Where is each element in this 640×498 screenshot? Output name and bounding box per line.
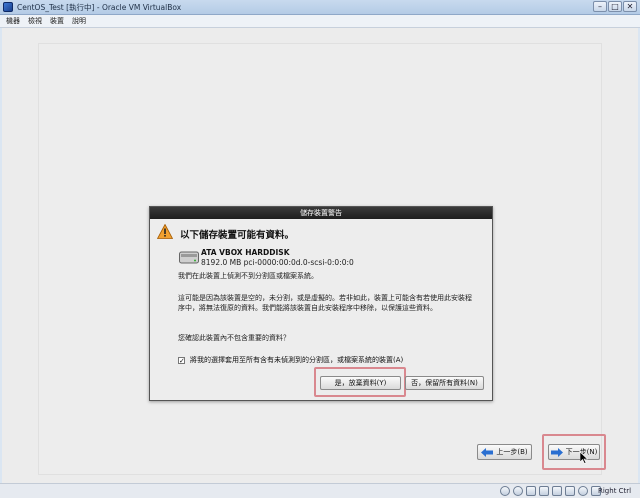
apply-to-all-label[interactable]: 將我的選擇套用至所有含有未偵測到的分割區，或檔案系統的裝置(A): [190, 355, 403, 365]
menu-help[interactable]: 說明: [72, 16, 86, 26]
menu-view[interactable]: 檢視: [28, 16, 42, 26]
menu-bar: 機器 檢視 裝置 說明: [0, 15, 640, 28]
arrow-right-icon: [550, 447, 563, 457]
menu-machine[interactable]: 機器: [6, 16, 20, 26]
dialog-title: 儲存裝置警告: [150, 207, 492, 219]
optical-drive-icon[interactable]: [513, 486, 523, 496]
no-keep-data-button[interactable]: 否，保留所有資料(N): [405, 376, 484, 390]
back-button-label: 上一步(B): [496, 448, 528, 456]
close-button[interactable]: ✕: [623, 1, 637, 12]
hard-disk-icon: [179, 251, 199, 264]
apply-to-all-checkbox[interactable]: ✓: [178, 356, 185, 364]
window-controls: – □ ✕: [593, 1, 637, 12]
dialog-paragraph-3: 您確認此裝置內不包含重要的資料？: [178, 334, 290, 342]
virtualbox-icon: [3, 2, 13, 12]
disk-info: 8192.0 MB pci-0000:00:0d.0-scsi-0:0:0:0: [201, 258, 354, 267]
dialog-heading: 以下儲存裝置可能有資料。: [180, 230, 295, 241]
hard-disk-activity-icon[interactable]: [500, 486, 510, 496]
yes-discard-data-button[interactable]: 是，放棄資料(Y): [320, 376, 401, 390]
network-icon[interactable]: [552, 486, 562, 496]
apply-to-all-row[interactable]: ✓ 將我的選擇套用至所有含有未偵測到的分割區，或檔案系統的裝置(A): [178, 355, 403, 365]
mouse-cursor-icon: [580, 452, 588, 464]
window-title: CentOS_Test [執行中] - Oracle VM VirtualBox: [17, 2, 182, 12]
host-key-label: Right Ctrl: [598, 487, 632, 495]
dialog-paragraph-1: 我們在此裝置上偵測不到分割區或檔案系統。: [178, 272, 318, 280]
warning-icon: [157, 224, 173, 239]
status-icons: [500, 486, 601, 496]
menu-devices[interactable]: 裝置: [50, 16, 64, 26]
arrow-left-icon: [481, 447, 494, 457]
minimize-button[interactable]: –: [593, 1, 607, 12]
window-titlebar: CentOS_Test [執行中] - Oracle VM VirtualBox…: [0, 0, 640, 15]
maximize-button[interactable]: □: [608, 1, 622, 12]
mouse-integration-icon[interactable]: [578, 486, 588, 496]
next-button[interactable]: 下一步(N): [548, 444, 600, 460]
shared-folders-icon[interactable]: [539, 486, 549, 496]
display-icon[interactable]: [565, 486, 575, 496]
usb-icon[interactable]: [526, 486, 536, 496]
vm-statusbar: Right Ctrl: [0, 483, 640, 498]
dialog-paragraph-2: 這可能是因為該裝置是空的，未分割，或是虛擬的。若非如此，裝置上可能含有若使用此安…: [178, 294, 472, 312]
disk-name: ATA VBOX HARDDISK: [201, 248, 290, 257]
back-button[interactable]: 上一步(B): [477, 444, 532, 460]
